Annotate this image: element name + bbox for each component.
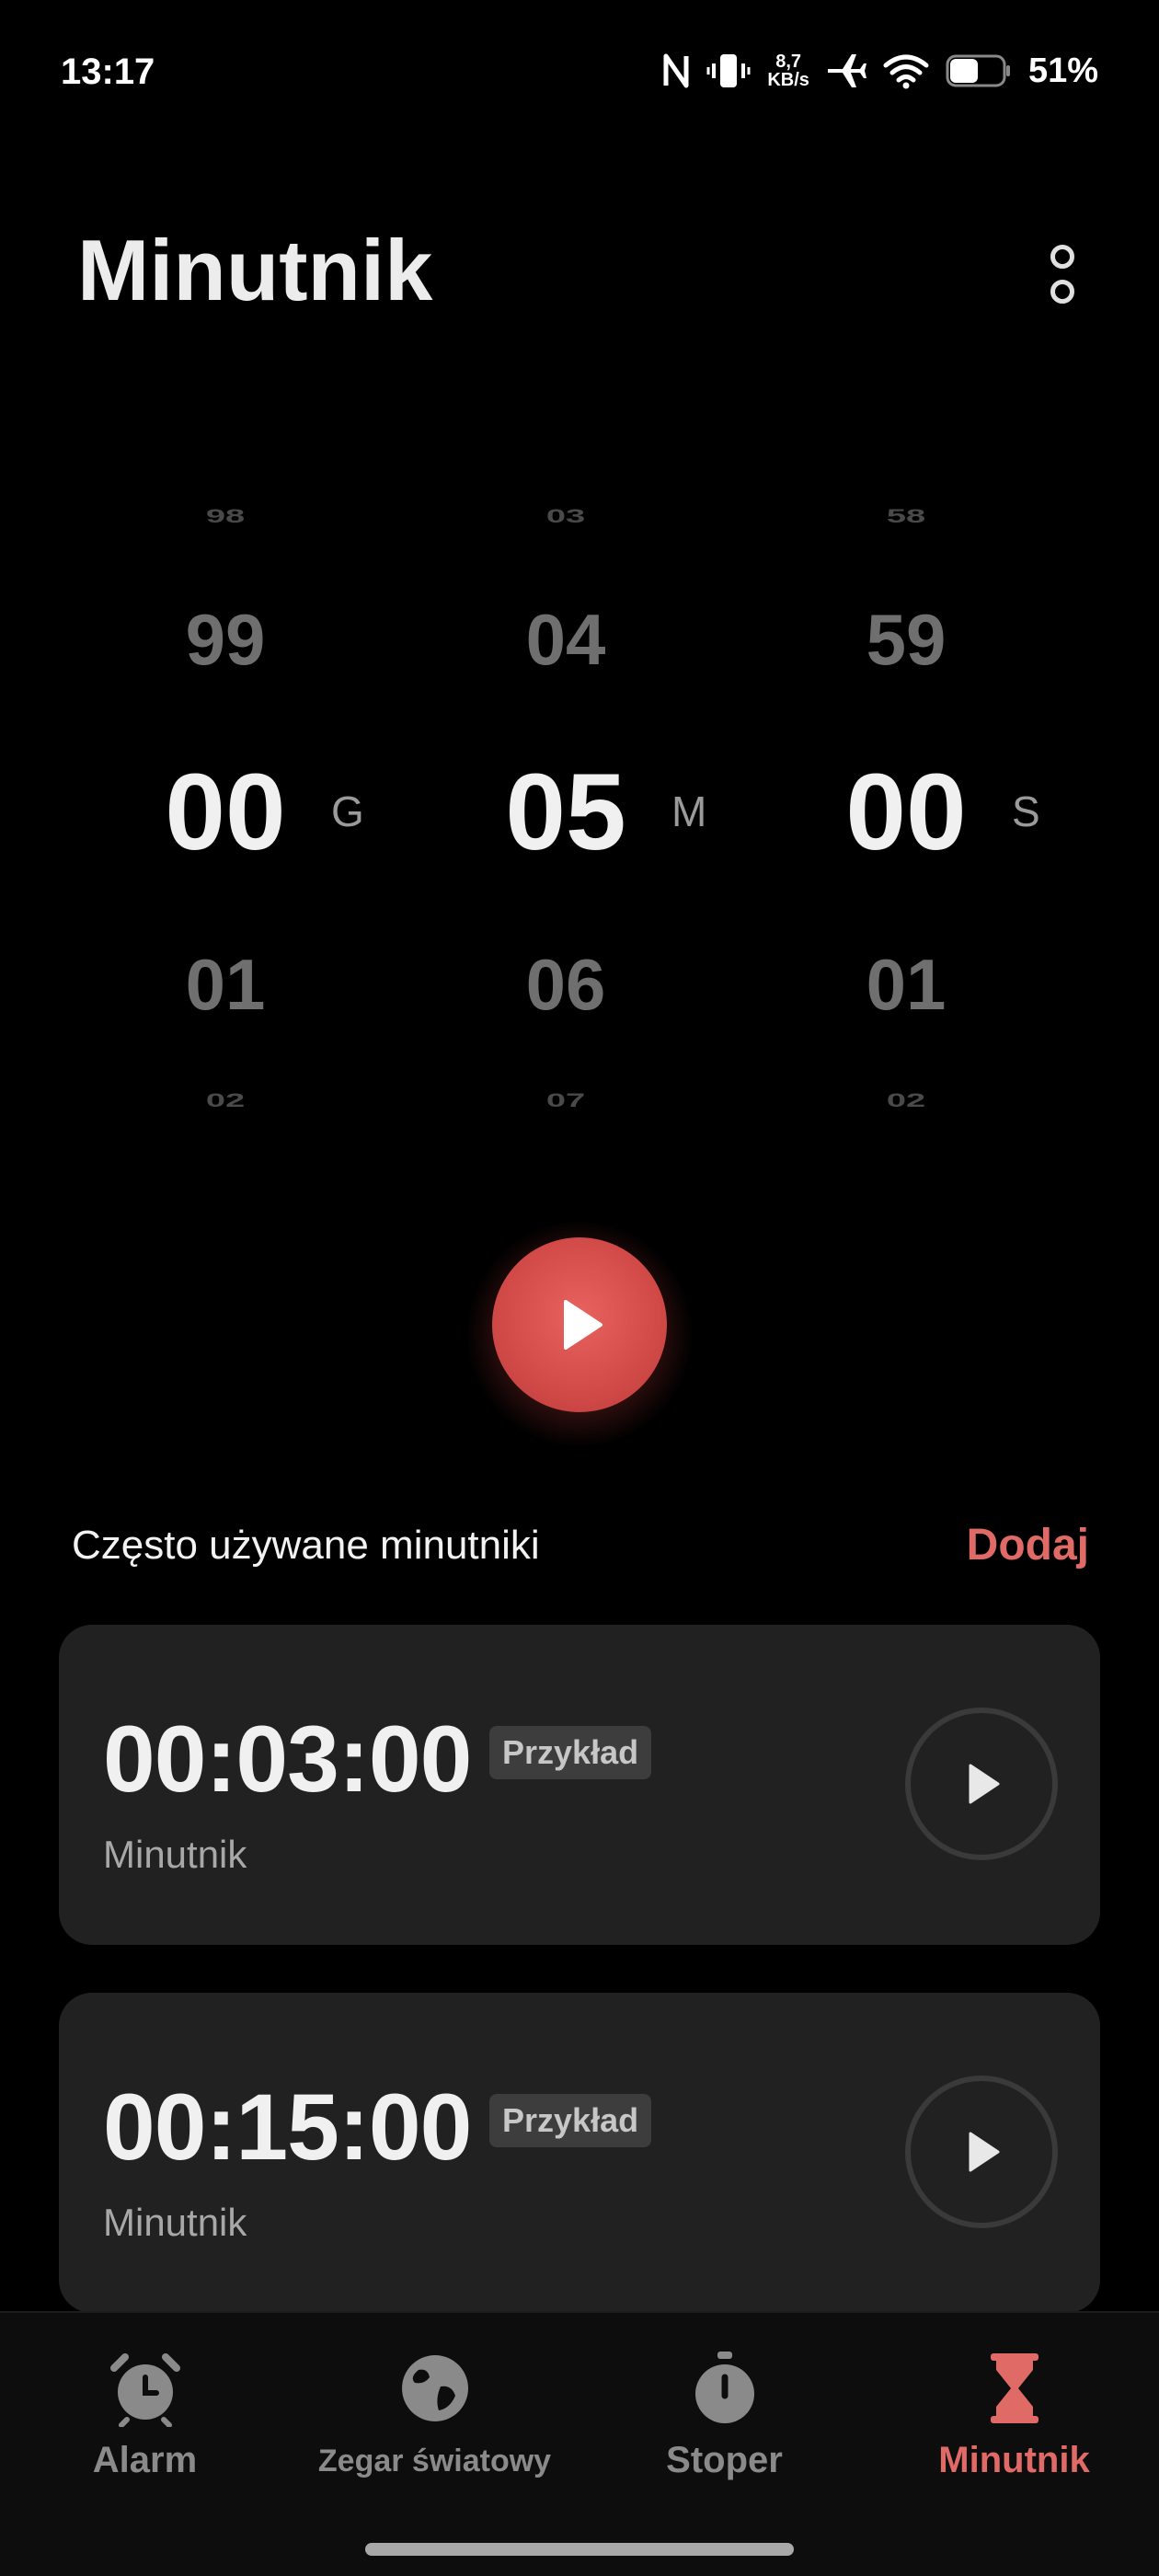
hours-option-above-1[interactable]: 99 (110, 598, 340, 682)
hourglass-icon (990, 2353, 1039, 2423)
preset-timer-card[interactable]: 00:03:00 Przykład Minutnik (59, 1625, 1100, 1945)
status-bar: 13:17 8,7 KB/s 51% (0, 0, 1159, 147)
seconds-option-below-2[interactable]: 02 (791, 1090, 1021, 1112)
timer-screen: 13:17 8,7 KB/s 51% Minutnik 98 99 00 G 0… (0, 0, 1159, 2576)
start-timer-button[interactable] (492, 1237, 667, 1412)
preset-timer-time: 00:03:00 (103, 1707, 472, 1811)
home-indicator[interactable] (365, 2543, 794, 2556)
nav-item-timer[interactable]: Minutnik (869, 2350, 1159, 2497)
minutes-unit-label: M (671, 788, 707, 835)
seconds-picker[interactable]: 58 59 00 S 01 02 (791, 478, 1131, 1141)
wifi-icon (883, 54, 929, 89)
minutes-option-above-2[interactable]: 03 (451, 506, 681, 528)
hours-option-below-2[interactable]: 02 (110, 1090, 340, 1112)
vibrate-icon (706, 54, 751, 87)
page-title: Minutnik (77, 222, 433, 318)
nav-label-alarm: Alarm (92, 2440, 198, 2480)
example-badge: Przykład (489, 1726, 652, 1779)
example-badge: Przykład (489, 2094, 652, 2147)
minutes-option-below-1[interactable]: 06 (451, 943, 681, 1027)
play-icon (969, 1764, 1000, 1804)
minutes-selected[interactable]: 05 (451, 750, 681, 875)
nav-item-stopwatch[interactable]: Stoper (580, 2350, 869, 2497)
nav-item-world-clock[interactable]: Zegar światowy (290, 2350, 580, 2497)
nav-label-timer: Minutnik (938, 2440, 1090, 2480)
hours-selected[interactable]: 00 (110, 750, 340, 875)
preset-timer-play-button[interactable] (905, 2076, 1058, 2228)
play-icon (564, 1300, 602, 1350)
bottom-navigation: Alarm Zegar światowy Stoper Minutnik (0, 2311, 1159, 2576)
frequent-timers-title: Często używane minutniki (72, 1523, 540, 1568)
seconds-option-above-1[interactable]: 59 (791, 598, 1021, 682)
nav-label-world-clock: Zegar światowy (317, 2444, 552, 2478)
seconds-option-above-2[interactable]: 58 (791, 506, 1021, 528)
hours-option-below-1[interactable]: 01 (110, 943, 340, 1027)
network-speed: 8,7 KB/s (767, 52, 809, 89)
airplane-icon (827, 54, 866, 87)
hours-option-above-2[interactable]: 98 (110, 506, 340, 528)
status-icons: 8,7 KB/s 51% (662, 48, 1098, 94)
seconds-option-below-1[interactable]: 01 (791, 943, 1021, 1027)
minutes-picker[interactable]: 03 04 05 M 06 07 (451, 478, 791, 1141)
seconds-selected[interactable]: 00 (791, 750, 1021, 875)
globe-icon (401, 2355, 468, 2421)
more-vertical-icon-dot-bottom (1050, 280, 1074, 304)
minutes-option-below-2[interactable]: 07 (451, 1090, 681, 1112)
play-icon (969, 2132, 1000, 2172)
add-timer-button[interactable]: Dodaj (967, 1520, 1089, 1570)
preset-timer-card[interactable]: 00:15:00 Przykład Minutnik (59, 1993, 1100, 2313)
battery-percentage: 51% (1027, 51, 1098, 90)
preset-timer-label: Minutnik (103, 2201, 247, 2244)
nav-label-stopwatch: Stoper (666, 2440, 783, 2480)
more-vertical-icon-dot-top (1050, 245, 1074, 269)
seconds-unit-label: S (1012, 788, 1040, 835)
hours-unit-label: G (331, 788, 364, 835)
hours-picker[interactable]: 98 99 00 G 01 02 (110, 478, 451, 1141)
status-time: 13:17 (61, 52, 155, 92)
preset-timer-play-button[interactable] (905, 1708, 1058, 1860)
network-speed-unit: KB/s (767, 70, 809, 90)
alarm-clock-icon (109, 2353, 180, 2427)
more-options-button[interactable] (1030, 237, 1095, 311)
minutes-option-above-1[interactable]: 04 (451, 598, 681, 682)
nfc-icon (663, 53, 689, 88)
preset-timer-time: 00:15:00 (103, 2075, 472, 2179)
network-speed-value: 8,7 (775, 52, 802, 72)
preset-timer-label: Minutnik (103, 1833, 247, 1876)
battery-icon (946, 54, 1010, 87)
nav-item-alarm[interactable]: Alarm (0, 2350, 290, 2497)
stopwatch-icon (694, 2352, 754, 2423)
